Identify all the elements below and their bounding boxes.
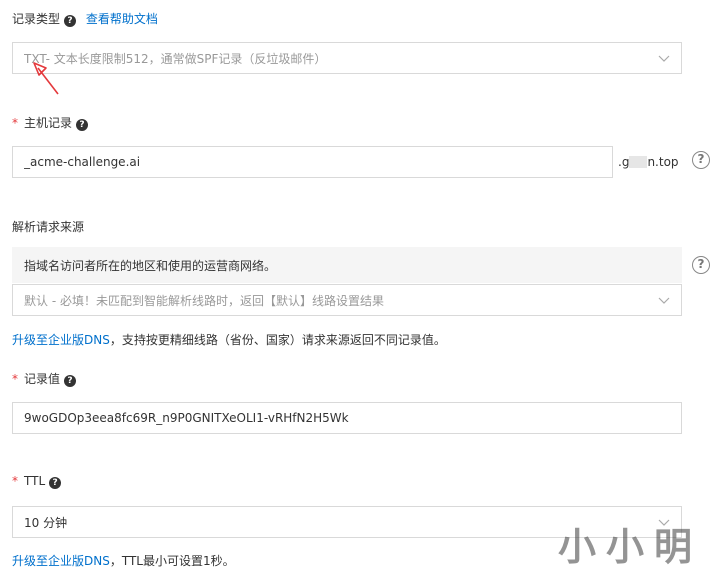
redacted-block <box>629 156 648 168</box>
record-value-input[interactable]: 9woGDOp3eea8fc69R_n9P0GNITXeOLI1-vRHfN2H… <box>12 402 682 434</box>
help-icon[interactable]: ? <box>49 477 62 489</box>
record-value-label: * 记录值? <box>12 370 77 387</box>
annotation-arrow-icon <box>33 62 59 95</box>
help-icon[interactable]: ? <box>64 375 77 387</box>
required-mark: * <box>12 116 18 130</box>
help-doc-link[interactable]: 查看帮助文档 <box>86 12 158 26</box>
help-icon[interactable]: ? <box>76 119 89 131</box>
question-circle-icon[interactable]: ? <box>692 256 710 274</box>
host-record-label: * 主机记录? <box>12 114 89 131</box>
ttl-label: * TTL? <box>12 474 62 489</box>
chevron-down-icon <box>658 55 670 62</box>
required-mark: * <box>12 372 18 386</box>
source-hint: 指域名访问者所在的地区和使用的运营商网络。 <box>12 247 682 283</box>
help-icon[interactable]: ? <box>64 15 77 27</box>
source-upgrade-note: 升级至企业版DNS，支持按更精细线路（省份、国家）请求来源返回不同记录值。 <box>12 333 446 347</box>
watermark: 小小明 <box>558 524 703 569</box>
question-circle-icon[interactable]: ? <box>692 151 710 169</box>
domain-suffix: .g n.top <box>618 155 679 169</box>
chevron-down-icon <box>658 297 670 304</box>
upgrade-dns-link[interactable]: 升级至企业版DNS <box>12 333 110 347</box>
source-select[interactable]: 默认 - 必填！未匹配到智能解析线路时，返回【默认】线路设置结果 <box>12 284 682 316</box>
record-type-value: TXT- 文本长度限制512，通常做SPF记录（反垃圾邮件） <box>24 51 327 66</box>
upgrade-dns-link[interactable]: 升级至企业版DNS <box>12 554 110 568</box>
source-label: 解析请求来源 <box>12 220 85 234</box>
required-mark: * <box>12 474 18 488</box>
record-type-label: 记录类型? 查看帮助文档 <box>12 12 158 27</box>
host-record-input[interactable]: _acme-challenge.ai <box>12 146 613 178</box>
ttl-upgrade-note: 升级至企业版DNS，TTL最小可设置1秒。 <box>12 554 235 568</box>
record-type-select[interactable]: TXT- 文本长度限制512，通常做SPF记录（反垃圾邮件） <box>12 42 682 74</box>
